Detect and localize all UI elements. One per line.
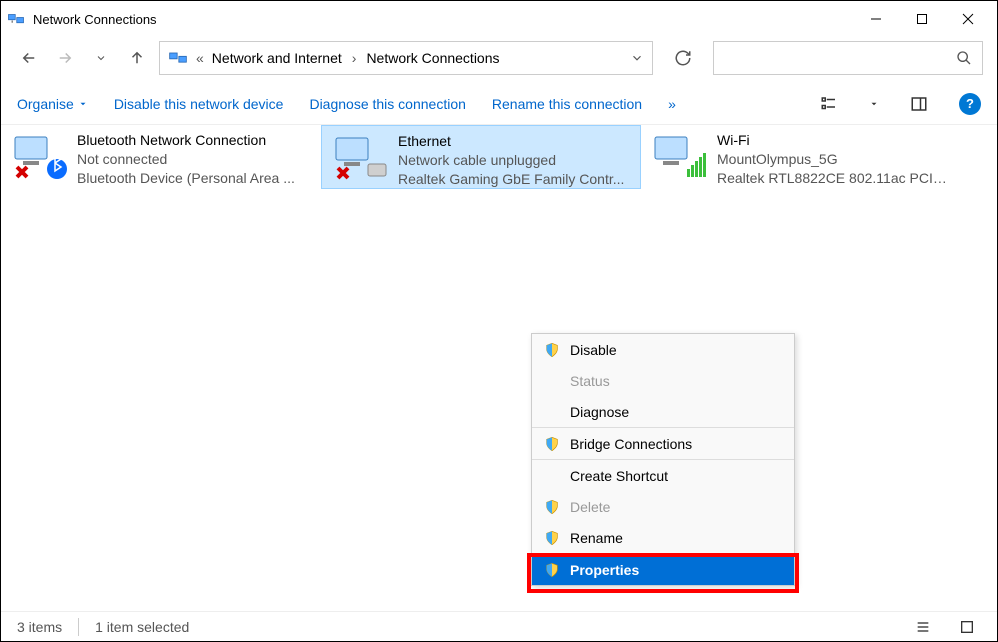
connection-device: Realtek RTL8822CE 802.11ac PCIe ... bbox=[717, 169, 953, 188]
chevron-double-icon: » bbox=[668, 96, 676, 112]
status-item-count: 3 items bbox=[17, 619, 62, 635]
up-button[interactable] bbox=[123, 44, 151, 72]
minimize-button[interactable] bbox=[853, 3, 899, 35]
connection-bluetooth[interactable]: Bluetooth Network Connection Not connect… bbox=[1, 125, 321, 189]
maximize-button[interactable] bbox=[899, 3, 945, 35]
recent-dropdown[interactable] bbox=[87, 44, 115, 72]
organise-label: Organise bbox=[17, 96, 74, 112]
context-disable[interactable]: Disable bbox=[532, 334, 794, 365]
context-properties[interactable]: Properties bbox=[532, 554, 794, 585]
connection-name: Bluetooth Network Connection bbox=[77, 131, 313, 150]
view-options-button[interactable] bbox=[815, 90, 843, 118]
forward-button[interactable] bbox=[51, 44, 79, 72]
large-icons-view-button[interactable] bbox=[953, 613, 981, 641]
preview-pane-button[interactable] bbox=[905, 90, 933, 118]
connection-status: Not connected bbox=[77, 150, 313, 169]
chevron-down-icon[interactable] bbox=[630, 51, 644, 65]
window-controls bbox=[853, 3, 991, 35]
context-diagnose[interactable]: Diagnose bbox=[532, 396, 794, 427]
context-label: Delete bbox=[570, 499, 610, 515]
overflow-menu[interactable]: » bbox=[668, 96, 676, 112]
context-label: Status bbox=[570, 373, 610, 389]
command-bar: Organise Disable this network device Dia… bbox=[1, 83, 997, 125]
connection-device: Bluetooth Device (Personal Area ... bbox=[77, 169, 313, 188]
shield-icon bbox=[544, 436, 560, 452]
content-area: Bluetooth Network Connection Not connect… bbox=[1, 125, 997, 189]
separator bbox=[78, 618, 79, 636]
address-bar[interactable]: « Network and Internet › Network Connect… bbox=[159, 41, 653, 75]
shield-icon bbox=[544, 342, 560, 358]
shield-icon bbox=[544, 562, 560, 578]
connection-name: Ethernet bbox=[398, 132, 632, 151]
app-icon bbox=[7, 10, 25, 28]
status-bar: 3 items 1 item selected bbox=[1, 611, 997, 641]
shield-icon bbox=[544, 499, 560, 515]
context-label: Diagnose bbox=[570, 404, 629, 420]
context-label: Create Shortcut bbox=[570, 468, 668, 484]
breadcrumb-root-chevron[interactable]: « bbox=[196, 50, 204, 66]
wifi-adapter-icon bbox=[649, 131, 709, 181]
context-status: Status bbox=[532, 365, 794, 396]
context-label: Properties bbox=[570, 562, 639, 578]
context-menu: Disable Status Diagnose Bridge Connectio… bbox=[531, 333, 795, 586]
details-view-button[interactable] bbox=[909, 613, 937, 641]
context-label: Disable bbox=[570, 342, 617, 358]
chevron-down-icon bbox=[78, 99, 88, 109]
connection-ethernet[interactable]: Ethernet Network cable unplugged Realtek… bbox=[321, 125, 641, 189]
connection-device: Realtek Gaming GbE Family Contr... bbox=[398, 170, 632, 189]
window-title: Network Connections bbox=[33, 12, 853, 27]
context-delete: Delete bbox=[532, 491, 794, 522]
close-button[interactable] bbox=[945, 3, 991, 35]
connection-status: MountOlympus_5G bbox=[717, 150, 953, 169]
chevron-down-icon[interactable] bbox=[869, 99, 879, 109]
connection-name: Wi-Fi bbox=[717, 131, 953, 150]
context-create-shortcut[interactable]: Create Shortcut bbox=[532, 460, 794, 491]
location-icon bbox=[168, 48, 188, 68]
context-label: Rename bbox=[570, 530, 623, 546]
refresh-button[interactable] bbox=[667, 42, 699, 74]
connection-status: Network cable unplugged bbox=[398, 151, 632, 170]
context-bridge[interactable]: Bridge Connections bbox=[532, 428, 794, 459]
diagnose-connection-button[interactable]: Diagnose this connection bbox=[309, 96, 465, 112]
search-icon bbox=[956, 50, 972, 66]
context-rename[interactable]: Rename bbox=[532, 522, 794, 553]
back-button[interactable] bbox=[15, 44, 43, 72]
rename-connection-button[interactable]: Rename this connection bbox=[492, 96, 642, 112]
status-selected-count: 1 item selected bbox=[95, 619, 189, 635]
search-box[interactable] bbox=[713, 41, 983, 75]
connection-wifi[interactable]: Wi-Fi MountOlympus_5G Realtek RTL8822CE … bbox=[641, 125, 961, 189]
ethernet-adapter-icon bbox=[330, 132, 390, 182]
disable-device-button[interactable]: Disable this network device bbox=[114, 96, 284, 112]
chevron-right-icon: › bbox=[352, 50, 357, 66]
navigation-bar: « Network and Internet › Network Connect… bbox=[1, 37, 997, 83]
organise-menu[interactable]: Organise bbox=[17, 96, 88, 112]
breadcrumb-parent[interactable]: Network and Internet bbox=[212, 50, 342, 66]
titlebar: Network Connections bbox=[1, 1, 997, 37]
breadcrumb: Network and Internet › Network Connectio… bbox=[212, 50, 500, 66]
breadcrumb-current[interactable]: Network Connections bbox=[366, 50, 499, 66]
help-button[interactable]: ? bbox=[959, 93, 981, 115]
bluetooth-adapter-icon bbox=[9, 131, 69, 181]
context-label: Bridge Connections bbox=[570, 436, 692, 452]
shield-icon bbox=[544, 530, 560, 546]
